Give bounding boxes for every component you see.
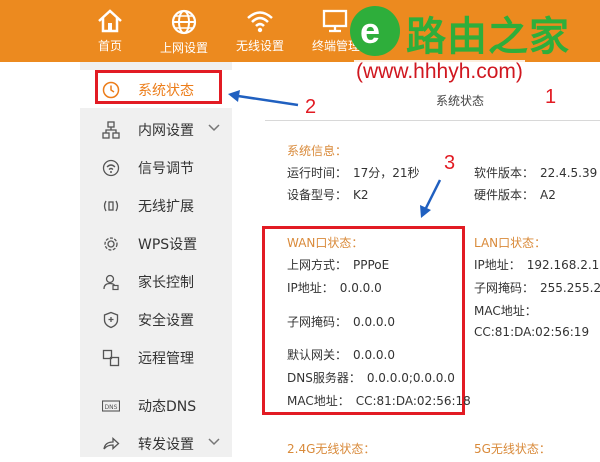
highlight-box-system-status [95, 70, 222, 104]
sidebar-item-label: 信号调节 [138, 161, 194, 177]
hardware-version-label: 硬件版本： [474, 188, 535, 202]
svg-text:DNS: DNS [105, 404, 118, 411]
wan-mask-label: 子网掩码： [287, 315, 348, 329]
sidebar-item-label: 内网设置 [138, 123, 194, 139]
forward-icon [103, 437, 120, 450]
wan-mac-value: CC:81:DA:02:56:18 [355, 394, 471, 408]
chevron-down-icon [208, 438, 220, 446]
arrow-to-wan-status [420, 179, 442, 218]
page-title: 系统状态 [436, 94, 485, 108]
title-divider [265, 120, 600, 121]
dns-icon: DNS [102, 400, 120, 412]
watermark-url: (www.hhhyh.com) [354, 60, 525, 84]
model-row: 设备型号： K2 [287, 186, 369, 203]
sidebar-item-security[interactable]: 安全设置 [80, 300, 232, 338]
model-label: 设备型号： [287, 188, 348, 202]
wan-dns-label: DNS服务器： [287, 371, 361, 385]
sidebar-item-label: 远程管理 [138, 351, 194, 367]
arrow-to-system-status [228, 90, 299, 107]
sidebar-item-wps[interactable]: WPS设置 [80, 224, 232, 262]
sidebar-item-lan-settings[interactable]: 内网设置 [80, 110, 232, 148]
watermark: e 路由之家 (www.hhhyh.com) [342, 0, 600, 98]
system-info-title: 系统信息： [287, 144, 348, 158]
wan-mode-value: PPPoE [353, 258, 390, 272]
wan-gateway-value: 0.0.0.0 [353, 348, 395, 362]
sidebar-item-wireless-extend[interactable]: 无线扩展 [80, 186, 232, 224]
home-icon [98, 9, 122, 33]
nav-home[interactable]: 首页 [90, 0, 130, 62]
lan-ip-row: IP地址： 192.168.2.1 [474, 256, 599, 273]
sidebar-item-signal-adjust[interactable]: 信号调节 [80, 148, 232, 186]
wps-gear-icon [104, 237, 118, 251]
sidebar-item-label: 动态DNS [138, 399, 197, 415]
software-version-label: 软件版本： [474, 166, 535, 180]
annotation-number-3: 3 [444, 152, 456, 174]
nav-internet-settings-label: 上网设置 [159, 41, 208, 55]
uptime-row: 运行时间： 17分，21秒 [287, 164, 420, 181]
wan-ip-row: IP地址： 0.0.0.0 [287, 279, 382, 296]
wan-mac-row: MAC地址： CC:81:DA:02:56:18 [287, 392, 471, 409]
wireless-24g-status-title: 2.4G无线状态： [287, 442, 376, 456]
watermark-logo: e [350, 6, 400, 56]
wireless-extend-icon [103, 200, 119, 212]
nav-home-label: 首页 [97, 39, 122, 53]
sidebar-item-label: 无线扩展 [138, 199, 194, 215]
sidebar-item-label: 转发设置 [138, 437, 194, 453]
lan-mac-value: CC:81:DA:02:56:19 [474, 325, 590, 339]
sidebar-item-parental-control[interactable]: 家长控制 [80, 262, 232, 300]
sidebar-item-label: 家长控制 [138, 275, 194, 291]
watermark-brand: 路由之家 [406, 14, 570, 60]
wan-mode-row: 上网方式： PPPoE [287, 256, 389, 273]
hardware-version-value: A2 [540, 188, 556, 202]
sidebar-item-remote-management[interactable]: 远程管理 [80, 338, 232, 376]
wireless-5g-status-title: 5G无线状态： [474, 442, 551, 456]
lan-mask-row: 子网掩码： 255.255.25 [474, 279, 600, 296]
lan-status-title: LAN口状态： [474, 236, 547, 250]
annotation-number-2: 2 [305, 96, 317, 118]
sidebar-item-label: 安全设置 [138, 313, 194, 329]
wan-mask-value: 0.0.0.0 [353, 315, 395, 329]
lan-mask-label: 子网掩码： [474, 281, 535, 295]
wifi-icon [247, 11, 273, 33]
wan-mask-row: 子网掩码： 0.0.0.0 [287, 313, 395, 330]
nav-wireless-settings-label: 无线设置 [235, 39, 284, 53]
sidebar-item-forwarding[interactable]: 转发设置 [80, 424, 232, 462]
sidebar-item-label: WPS设置 [138, 237, 198, 253]
wan-gateway-row: 默认网关： 0.0.0.0 [287, 346, 395, 363]
annotation-number-1: 1 [545, 86, 557, 108]
nav-internet-settings[interactable]: 上网设置 [156, 0, 212, 62]
lan-mask-value: 255.255.25 [540, 281, 600, 295]
hardware-version-row: 硬件版本： A2 [474, 186, 556, 203]
wan-gateway-label: 默认网关： [287, 348, 348, 362]
sidebar: 系统状态 内网设置 信号调节 无线扩展 WPS设置 家长控制 安全设置 远程管理… [80, 62, 232, 457]
sidebar-item-ddns[interactable]: DNS 动态DNS [80, 386, 232, 424]
software-version-value: 22.4.5.39 [540, 166, 598, 180]
shield-icon [103, 311, 119, 329]
wan-ip-value: 0.0.0.0 [339, 281, 382, 295]
network-tree-icon [102, 121, 120, 139]
lan-ip-value: 192.168.2.1 [526, 258, 600, 272]
signal-icon [102, 159, 120, 177]
uptime-value: 17分，21秒 [353, 166, 420, 180]
wan-dns-value: 0.0.0.0;0.0.0.0 [366, 371, 455, 385]
software-version-row: 软件版本： 22.4.5.39 [474, 164, 597, 181]
wan-mac-label: MAC地址： [287, 394, 350, 408]
wan-ip-label: IP地址： [287, 281, 334, 295]
nav-wireless-settings[interactable]: 无线设置 [232, 0, 288, 62]
wan-dns-row: DNS服务器： 0.0.0.0;0.0.0.0 [287, 369, 455, 386]
chevron-down-icon [208, 124, 220, 132]
globe-icon [171, 9, 197, 35]
wan-status-title: WAN口状态： [287, 236, 364, 250]
user-lock-icon [103, 274, 119, 291]
lan-ip-label: IP地址： [474, 258, 521, 272]
lan-mac-label: MAC地址： [474, 304, 537, 318]
uptime-label: 运行时间： [287, 166, 348, 180]
model-value: K2 [353, 188, 369, 202]
remote-icon [102, 349, 120, 367]
wan-mode-label: 上网方式： [287, 258, 348, 272]
